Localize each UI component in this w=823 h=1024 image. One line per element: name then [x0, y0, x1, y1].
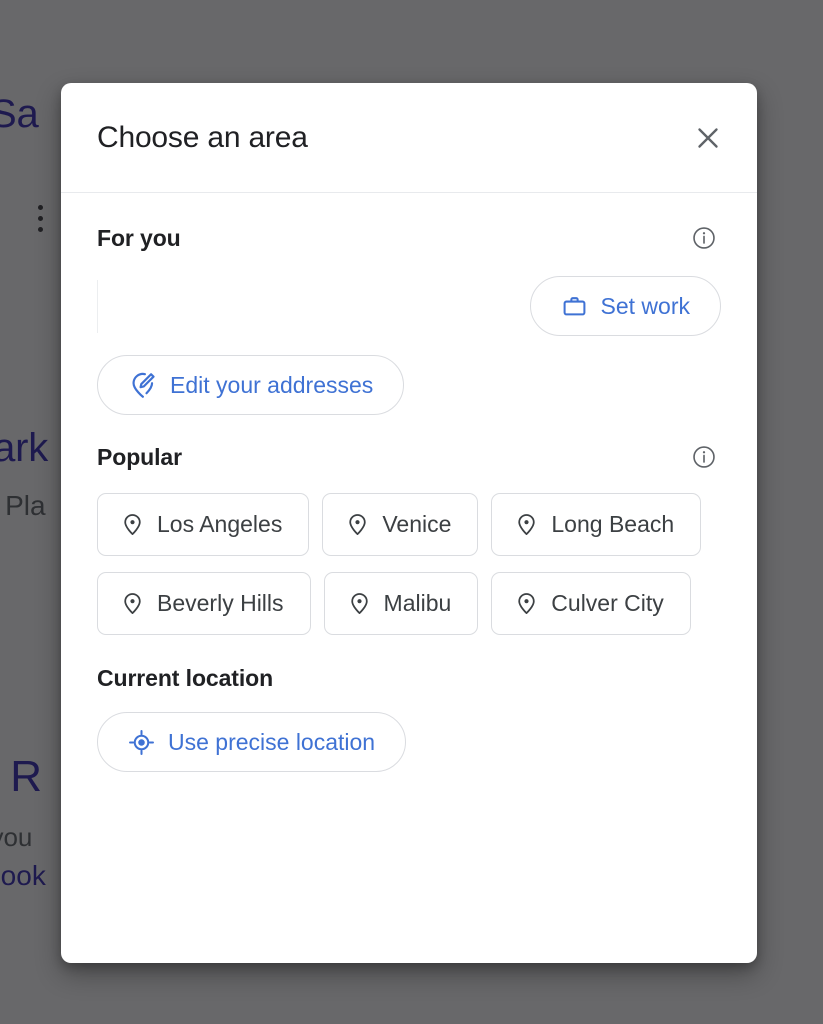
popular-chip-label: Los Angeles	[157, 511, 283, 537]
choose-an-area-dialog: Choose an area For you Set work Edit you…	[61, 83, 757, 963]
popular-chip-beverly-hills[interactable]: Beverly Hills	[97, 572, 311, 635]
popular-chip-grid: Los Angeles Venice Long Beach Beverly Hi…	[97, 493, 721, 635]
set-work-label: Set work	[600, 292, 690, 319]
for-you-section-header: For you	[97, 221, 721, 255]
edit-addresses-row: Edit your addresses	[97, 355, 721, 415]
use-precise-location-button[interactable]: Use precise location	[97, 712, 407, 772]
popular-chip-los-angeles[interactable]: Los Angeles	[97, 493, 310, 556]
popular-chip-venice[interactable]: Venice	[322, 493, 479, 556]
popular-info-button[interactable]	[687, 440, 721, 474]
info-icon	[691, 225, 717, 251]
popular-chip-long-beach[interactable]: Long Beach	[491, 493, 702, 556]
precise-location-row: Use precise location	[97, 712, 721, 772]
for-you-title: For you	[97, 224, 181, 251]
popular-chip-malibu[interactable]: Malibu	[323, 572, 479, 635]
popular-section-header: Popular	[97, 440, 721, 474]
for-you-info-button[interactable]	[687, 221, 721, 255]
gps-target-icon	[128, 729, 155, 756]
place-pin-icon	[120, 591, 145, 616]
popular-title: Popular	[97, 443, 182, 470]
dialog-header: Choose an area	[61, 83, 757, 193]
popular-chip-label: Malibu	[383, 590, 452, 616]
current-location-section-header: Current location	[97, 665, 721, 692]
popular-chip-label: Long Beach	[551, 511, 675, 537]
close-button[interactable]	[686, 116, 730, 160]
place-pin-icon	[347, 591, 372, 616]
place-pin-icon	[514, 512, 539, 537]
edit-your-addresses-label: Edit your addresses	[170, 371, 374, 398]
dialog-title: Choose an area	[97, 120, 308, 154]
popular-chip-label: Beverly Hills	[157, 590, 284, 616]
for-you-chip-row: Set work	[97, 276, 721, 336]
place-pin-icon	[514, 591, 539, 616]
popular-chip-label: Culver City	[551, 590, 664, 616]
edit-your-addresses-button[interactable]: Edit your addresses	[97, 355, 405, 415]
place-pin-icon	[345, 512, 370, 537]
dialog-body: For you Set work Edit your addresses Pop…	[61, 193, 757, 963]
place-pin-icon	[120, 512, 145, 537]
set-work-button[interactable]: Set work	[529, 276, 721, 336]
edit-location-icon	[128, 371, 157, 400]
info-icon	[691, 444, 717, 470]
clipped-chip-edge	[97, 280, 98, 333]
briefcase-icon	[561, 293, 588, 320]
use-precise-location-label: Use precise location	[168, 728, 376, 755]
current-location-title: Current location	[97, 665, 274, 691]
popular-chip-label: Venice	[382, 511, 452, 537]
close-icon	[693, 123, 723, 153]
popular-chip-culver-city[interactable]: Culver City	[491, 572, 691, 635]
